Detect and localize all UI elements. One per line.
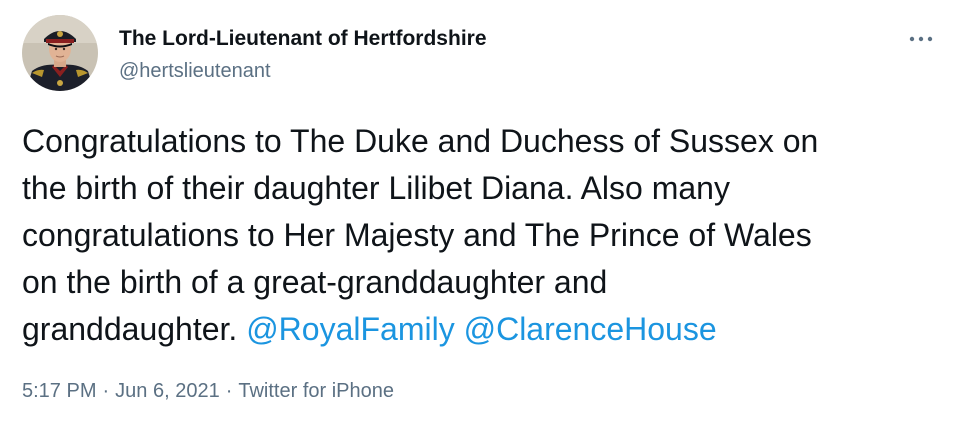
tweet-text-fragment: granddaughter.	[22, 311, 238, 347]
tweet-text-line: on the birth of a great-granddaughter an…	[22, 264, 608, 300]
avatar-portrait-icon	[22, 15, 98, 91]
author-handle[interactable]: @hertslieutenant	[119, 58, 271, 84]
author-name[interactable]: The Lord-Lieutenant of Hertfordshire	[119, 25, 487, 53]
more-horizontal-icon	[909, 36, 933, 42]
tweet-text-last-line: granddaughter. @RoyalFamily @ClarenceHou…	[22, 306, 942, 353]
tweet-time[interactable]: 5:17 PM	[22, 380, 96, 402]
mention-clarence-house-link[interactable]: @ClarenceHouse	[464, 311, 717, 347]
tweet-source[interactable]: Twitter for iPhone	[238, 380, 394, 402]
tweet-text-line: the birth of their daughter Lilibet Dian…	[22, 170, 730, 206]
tweet-card: The Lord-Lieutenant of Hertfordshire @he…	[0, 0, 962, 432]
tweet-text-line: congratulations to Her Majesty and The P…	[22, 217, 812, 253]
author-avatar[interactable]	[22, 15, 98, 91]
more-options-button[interactable]	[898, 24, 944, 54]
tweet-text-line: Congratulations to The Duke and Duchess …	[22, 123, 819, 159]
tweet-date[interactable]: Jun 6, 2021	[115, 380, 220, 402]
meta-separator: ·	[102, 380, 110, 402]
tweet-text: Congratulations to The Duke and Duchess …	[22, 118, 942, 353]
mention-royal-family-link[interactable]: @RoyalFamily	[246, 311, 455, 347]
tweet-meta: 5:17 PM · Jun 6, 2021 · Twitter for iPhone	[22, 377, 394, 405]
meta-separator: ·	[225, 380, 233, 402]
